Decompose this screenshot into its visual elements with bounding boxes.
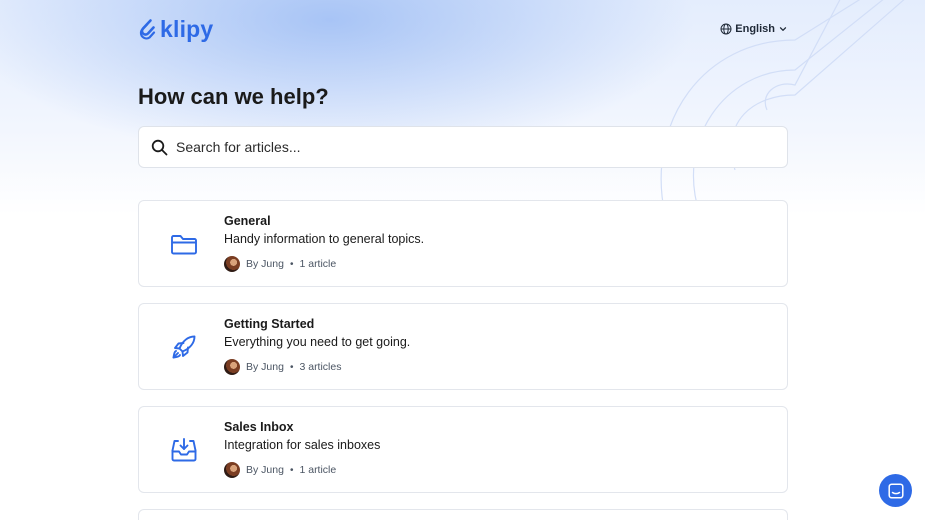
collection-title: Sales Inbox xyxy=(224,420,294,434)
meta-separator: • xyxy=(289,258,294,270)
collection-meta: By Jung • 1 article xyxy=(224,462,380,478)
collection-description: Integration for sales inboxes xyxy=(224,438,381,452)
collection-author: By Jung xyxy=(246,464,284,476)
folder-icon xyxy=(171,235,197,255)
language-selector[interactable]: English xyxy=(720,23,788,35)
rocket-icon xyxy=(172,335,196,359)
collection-card-sales-inbox[interactable]: Sales Inbox Integration for sales inboxe… xyxy=(138,406,788,493)
collection-meta: By Jung • 3 articles xyxy=(224,359,410,375)
collection-article-count: 3 articles xyxy=(299,361,342,373)
collection-meta: By Jung • 1 article xyxy=(224,256,424,272)
author-avatar xyxy=(224,256,240,272)
collection-article-count: 1 article xyxy=(299,464,337,476)
collection-title: General xyxy=(224,214,271,228)
language-label: English xyxy=(735,23,775,35)
search-icon xyxy=(151,139,168,155)
collection-title: Getting Started xyxy=(224,317,315,331)
collection-author: By Jung xyxy=(246,361,284,373)
collection-info: Sales Inbox Integration for sales inboxe… xyxy=(224,420,380,478)
author-avatar xyxy=(224,359,240,375)
collection-card-partial[interactable] xyxy=(138,509,788,520)
brand-logo[interactable]: klipy xyxy=(138,16,213,43)
page-title: How can we help? xyxy=(138,84,329,109)
collection-author: By Jung xyxy=(246,258,284,270)
collection-card-general[interactable]: General Handy information to general top… xyxy=(138,200,788,287)
meta-separator: • xyxy=(289,464,294,476)
chat-launcher-button[interactable] xyxy=(879,474,912,507)
search-input[interactable] xyxy=(176,139,736,155)
chevron-down-icon xyxy=(779,27,787,31)
collection-info: General Handy information to general top… xyxy=(224,214,424,272)
klipy-logo-icon xyxy=(139,19,156,40)
collection-card-getting-started[interactable]: Getting Started Everything you need to g… xyxy=(138,303,788,390)
chat-icon xyxy=(887,482,904,499)
author-avatar xyxy=(224,462,240,478)
search-bar[interactable] xyxy=(138,126,788,168)
site-header: klipy English xyxy=(138,14,788,44)
globe-icon xyxy=(720,23,732,35)
collection-description: Everything you need to get going. xyxy=(224,335,411,349)
collection-info: Getting Started Everything you need to g… xyxy=(224,317,410,375)
collection-article-count: 1 article xyxy=(299,258,337,270)
meta-separator: • xyxy=(289,361,294,373)
inbox-icon xyxy=(171,438,197,462)
collection-description: Handy information to general topics. xyxy=(224,232,425,246)
brand-name: klipy xyxy=(160,15,214,42)
